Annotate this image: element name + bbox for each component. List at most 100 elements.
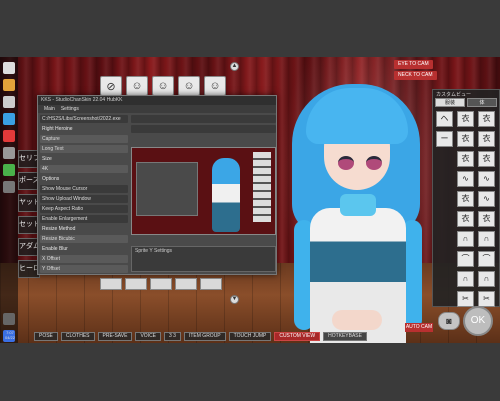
- checkbox-row[interactable]: Keep Aspect Ratio: [40, 205, 128, 213]
- empty-cell: [436, 291, 453, 307]
- scroll-up-icon[interactable]: ▲: [230, 62, 239, 71]
- thumbnail[interactable]: [200, 278, 222, 290]
- character-eye-left: [338, 156, 354, 170]
- tab-clothes[interactable]: 服装: [435, 98, 465, 107]
- empty-cell: [436, 171, 453, 187]
- character-bow: [340, 194, 376, 216]
- settings-row[interactable]: Y Offset: [40, 265, 128, 273]
- clock-date: 04/22: [4, 335, 15, 340]
- clothing-cell[interactable]: 衣: [478, 151, 495, 167]
- clothing-cell[interactable]: 衣: [457, 151, 474, 167]
- voice-button[interactable]: VOICE: [135, 332, 162, 341]
- letterbox-top: [0, 0, 500, 57]
- clothing-cell[interactable]: ∿: [457, 171, 474, 187]
- neck-to-cam-button[interactable]: NECK TO CAM: [394, 71, 437, 80]
- clothing-cell[interactable]: ∿: [478, 191, 495, 207]
- clothing-grid: ヘ 衣 衣 ー 衣 衣 衣 衣 ∿ ∿ 衣 ∿ 衣 衣 ∩ ∩ ⌒ ⌒ ∩ ∩ …: [433, 107, 499, 311]
- pose-icon[interactable]: ☺: [204, 76, 226, 96]
- scroll-down-icon[interactable]: ▼: [230, 295, 239, 304]
- thumbnail[interactable]: [150, 278, 172, 290]
- folder-icon[interactable]: [3, 79, 15, 91]
- app-icon[interactable]: [3, 181, 15, 193]
- clothing-cell[interactable]: ヘ: [436, 111, 453, 127]
- empty-cell: [436, 231, 453, 247]
- preview-toolbar[interactable]: [131, 115, 276, 123]
- window-title: KKS - StudioChanSkin 22.04 HubKK: [38, 96, 276, 105]
- pre-save-button[interactable]: PRE-SAVE: [97, 332, 133, 341]
- clothing-cell[interactable]: 衣: [457, 191, 474, 207]
- auto-cam-button[interactable]: AUTO CAM: [405, 323, 433, 332]
- clothing-cell[interactable]: 衣: [457, 131, 474, 147]
- clothing-cell[interactable]: ⌒: [457, 251, 474, 267]
- settings-row[interactable]: Long Text: [40, 145, 128, 153]
- screenshot-plugin-window[interactable]: KKS - StudioChanSkin 22.04 HubKK Main Se…: [37, 95, 277, 275]
- preview-options[interactable]: [131, 125, 276, 133]
- preview-character-thumb: [212, 158, 240, 232]
- clothing-cell[interactable]: 衣: [457, 111, 474, 127]
- pose-icon[interactable]: ☺: [152, 76, 174, 96]
- clothing-cell[interactable]: 衣: [478, 111, 495, 127]
- clothing-cell[interactable]: ✂: [457, 291, 474, 307]
- touch-jump-button[interactable]: TOUCH JUMP: [228, 332, 272, 341]
- clothing-cell[interactable]: ∩: [478, 231, 495, 247]
- pose-icon-row: ⊘ ☺ ☺ ☺ ☺: [100, 76, 226, 96]
- no-pose-icon[interactable]: ⊘: [100, 76, 122, 96]
- clothing-cell[interactable]: 衣: [478, 131, 495, 147]
- settings-row: Resize Method: [42, 226, 76, 232]
- eye-to-cam-button[interactable]: EYE TO CAM: [394, 60, 433, 69]
- checkbox-row[interactable]: Show Upload Window: [40, 195, 128, 203]
- app-red-icon[interactable]: [3, 130, 15, 142]
- pose-button[interactable]: POSE: [34, 332, 58, 341]
- checkbox-row[interactable]: Show Mouse Cursor: [40, 185, 128, 193]
- letterbox-bottom: [0, 343, 500, 401]
- windows-start-icon[interactable]: [3, 62, 15, 74]
- custom-view-button[interactable]: CUSTOM VIEW: [274, 332, 321, 341]
- camera-icon[interactable]: ◙: [438, 312, 460, 330]
- pose-icon[interactable]: ☺: [126, 76, 148, 96]
- preview-panel-thumb: [253, 152, 271, 222]
- clothing-cell[interactable]: ✂: [478, 291, 495, 307]
- thumbnail[interactable]: [100, 278, 122, 290]
- clothing-cell[interactable]: 衣: [457, 211, 474, 227]
- settings-icon[interactable]: [3, 313, 15, 325]
- pose-icon[interactable]: ☺: [178, 76, 200, 96]
- clothing-cell[interactable]: ∩: [478, 271, 495, 287]
- settings-row[interactable]: 4K: [40, 165, 128, 173]
- window-tabs: Main Settings: [38, 105, 276, 113]
- character-model[interactable]: [280, 60, 430, 343]
- settings-row[interactable]: X Offset: [40, 255, 128, 263]
- panel-title: カスタムビュー: [436, 92, 472, 98]
- tab-main[interactable]: Main: [44, 105, 55, 113]
- ok-button[interactable]: OK: [463, 306, 493, 336]
- clothing-cell[interactable]: ⌒: [478, 251, 495, 267]
- clothing-cell[interactable]: ∩: [457, 271, 474, 287]
- system-clock: 7:07 04/22: [2, 330, 18, 340]
- thumbnail[interactable]: [125, 278, 147, 290]
- checkbox-row[interactable]: Enable Enlargement: [40, 215, 128, 223]
- path-field[interactable]: C:/HS2S/Libs/Screenshot/2022.exe: [40, 115, 128, 123]
- bottom-toolbar: POSE CLOTHES PRE-SAVE VOICE 3 3 ITEM GRO…: [18, 330, 398, 343]
- empty-cell: [436, 271, 453, 287]
- settings-row: Options: [42, 176, 60, 182]
- thumbnail[interactable]: [175, 278, 197, 290]
- empty-cell: [436, 211, 453, 227]
- settings-row[interactable]: Resize Bicubic: [40, 235, 128, 243]
- file-icon[interactable]: [3, 96, 15, 108]
- toolbar-button[interactable]: 3 3: [164, 332, 181, 341]
- sprite-settings-window[interactable]: Sprite Y Settings: [131, 246, 276, 272]
- clothing-cell[interactable]: 衣: [478, 211, 495, 227]
- settings-row[interactable]: Capture: [40, 135, 128, 143]
- tab-settings[interactable]: Settings: [61, 105, 79, 113]
- clothing-cell[interactable]: ∩: [457, 231, 474, 247]
- clothing-cell[interactable]: ー: [436, 131, 453, 147]
- screen-frame: セリフ ポーズ ヤット セット アダム ヒーロー ⊘ ☺ ☺ ☺ ☺ ▲ ▼ K…: [0, 0, 500, 401]
- tab-body[interactable]: 体: [467, 98, 497, 107]
- settings-row: Enable Blur: [42, 246, 68, 252]
- item-group-button[interactable]: ITEM GROUP: [183, 332, 226, 341]
- clothing-cell[interactable]: ∿: [478, 171, 495, 187]
- hotkey-button[interactable]: HOTKEYBASE: [323, 332, 367, 341]
- app-green-icon[interactable]: [3, 164, 15, 176]
- browser-icon[interactable]: [3, 113, 15, 125]
- app-grey-icon[interactable]: [3, 147, 15, 159]
- clothes-button[interactable]: CLOTHES: [60, 332, 95, 341]
